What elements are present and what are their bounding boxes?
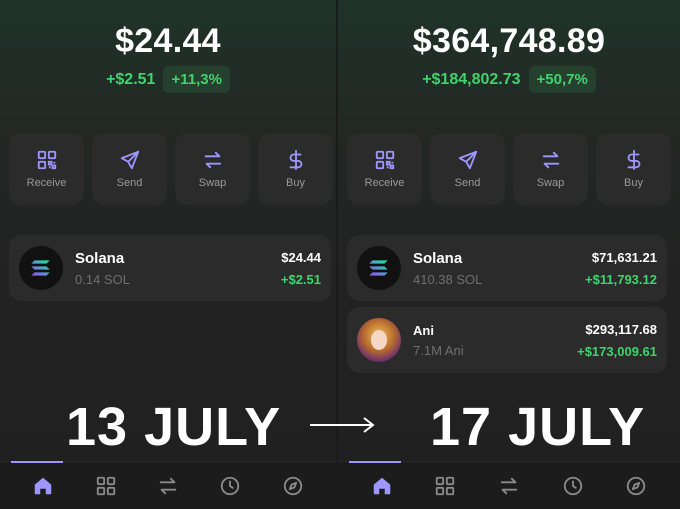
- token-change: +$173,009.61: [577, 343, 657, 359]
- send-label: Send: [116, 177, 143, 189]
- balance-change-row: +$2.51 +11,3%: [0, 66, 336, 93]
- buy-label: Buy: [624, 177, 643, 189]
- dollar-icon: [289, 149, 302, 171]
- token-row-solana[interactable]: Solana 0.14 SOL $24.44 +$2.51: [9, 235, 331, 301]
- token-name: Solana: [413, 249, 463, 267]
- receive-label: Receive: [364, 177, 405, 189]
- balance-change-amount: +$184,802.73: [422, 70, 521, 88]
- send-button[interactable]: Send: [430, 133, 505, 205]
- swap-label: Swap: [198, 177, 227, 189]
- send-button[interactable]: Send: [92, 133, 167, 205]
- qr-code-icon: [37, 150, 56, 170]
- tab-history[interactable]: [553, 466, 593, 506]
- total-balance: $364,748.89: [412, 22, 606, 60]
- tab-explore[interactable]: [273, 466, 313, 506]
- tab-home[interactable]: [362, 466, 402, 506]
- ani-avatar-icon: [357, 318, 401, 362]
- grid-icon: [96, 476, 115, 495]
- swap-arrows-icon: [159, 477, 177, 494]
- qr-code-icon: [375, 150, 394, 170]
- swap-label: Swap: [536, 177, 565, 189]
- token-change: +$11,793.12: [585, 271, 657, 287]
- active-tab-indicator: [11, 461, 63, 463]
- token-row-solana[interactable]: Solana 410.38 SOL $71,631.21 +$11,793.12: [347, 235, 667, 301]
- balance-change-amount: +$2.51: [106, 70, 156, 88]
- buy-label: Buy: [286, 177, 305, 189]
- wallet-panel-after: $364,748.89 +$184,802.73 +50,7% Receive …: [338, 0, 680, 509]
- swap-icon: [542, 151, 559, 169]
- token-name: Solana: [75, 249, 125, 267]
- total-balance: $24.44: [115, 22, 221, 60]
- history-clock-icon: [563, 476, 582, 495]
- dollar-icon: [627, 149, 640, 171]
- token-name: Ani: [413, 322, 434, 338]
- token-amount: 410.38 SOL: [413, 271, 483, 287]
- compass-icon: [627, 476, 646, 495]
- receive-label: Receive: [26, 177, 67, 189]
- arrow-right-icon: [310, 417, 375, 433]
- token-amount: 7.1M Ani: [413, 342, 464, 358]
- swap-button[interactable]: Swap: [513, 133, 588, 205]
- bottom-tab-bar: [338, 461, 680, 509]
- bottom-tab-bar: [0, 461, 336, 509]
- token-usd-value: $24.44: [281, 249, 321, 265]
- date-label: 17 JULY: [430, 397, 646, 457]
- tab-swap[interactable]: [489, 466, 529, 506]
- token-usd-value: $293,117.68: [585, 321, 657, 337]
- solana-icon: [357, 246, 401, 290]
- send-label: Send: [454, 177, 481, 189]
- grid-icon: [436, 476, 455, 495]
- active-tab-indicator: [349, 461, 401, 463]
- swap-icon: [204, 151, 221, 169]
- tab-home[interactable]: [23, 466, 63, 506]
- send-icon: [458, 150, 477, 170]
- tab-history[interactable]: [210, 466, 250, 506]
- action-buttons: Receive Send Swap Buy: [9, 133, 333, 205]
- compass-icon: [283, 476, 302, 495]
- home-icon: [34, 477, 52, 494]
- solana-icon: [19, 246, 63, 290]
- token-amount: 0.14 SOL: [75, 271, 130, 287]
- tab-collectibles[interactable]: [425, 466, 465, 506]
- balance-change-percent: +50,7%: [528, 66, 596, 93]
- tab-explore[interactable]: [616, 466, 656, 506]
- swap-arrows-icon: [500, 477, 518, 494]
- balance-change-percent: +11,3%: [163, 66, 230, 93]
- token-change: +$2.51: [280, 271, 321, 287]
- action-buttons: Receive Send Swap Buy: [347, 133, 671, 205]
- buy-button[interactable]: Buy: [596, 133, 671, 205]
- token-usd-value: $71,631.21: [591, 249, 657, 265]
- swap-button[interactable]: Swap: [175, 133, 250, 205]
- buy-button[interactable]: Buy: [258, 133, 333, 205]
- receive-button[interactable]: Receive: [347, 133, 422, 205]
- balance-change-row: +$184,802.73 +50,7%: [338, 66, 680, 93]
- home-icon: [373, 477, 391, 494]
- tab-collectibles[interactable]: [86, 466, 126, 506]
- history-clock-icon: [221, 476, 240, 495]
- receive-button[interactable]: Receive: [9, 133, 84, 205]
- tab-swap[interactable]: [148, 466, 188, 506]
- token-row-ani[interactable]: Ani 7.1M Ani $293,117.68 +$173,009.61: [347, 307, 667, 373]
- wallet-panel-before: $24.44 +$2.51 +11,3% Receive Send Swap B…: [0, 0, 336, 509]
- date-label: 13 JULY: [66, 397, 282, 457]
- send-icon: [120, 150, 139, 170]
